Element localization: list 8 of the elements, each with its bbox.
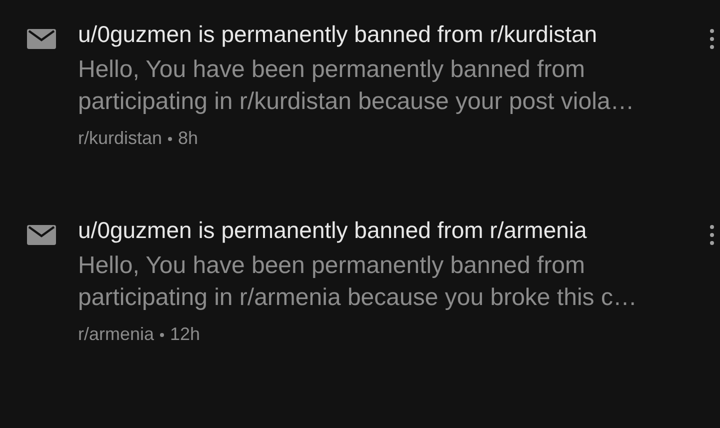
message-preview: Hello, You have been permanently banned from participating in r/kurdistan because your post viola… bbox=[78, 55, 636, 117]
subreddit-name: r/armenia bbox=[78, 324, 154, 345]
message-time: 12h bbox=[170, 324, 200, 345]
message-title: u/0guzmen is permanently banned from r/armenia bbox=[78, 216, 588, 245]
subreddit-name: r/kurdistan bbox=[78, 128, 162, 149]
message-title: u/0guzmen is permanently banned from r/kurdistan bbox=[78, 20, 598, 49]
message-preview: Hello, You have been permanently banned from participating in r/armenia because you broke this c… bbox=[78, 251, 638, 313]
message-time: 8h bbox=[178, 128, 198, 149]
